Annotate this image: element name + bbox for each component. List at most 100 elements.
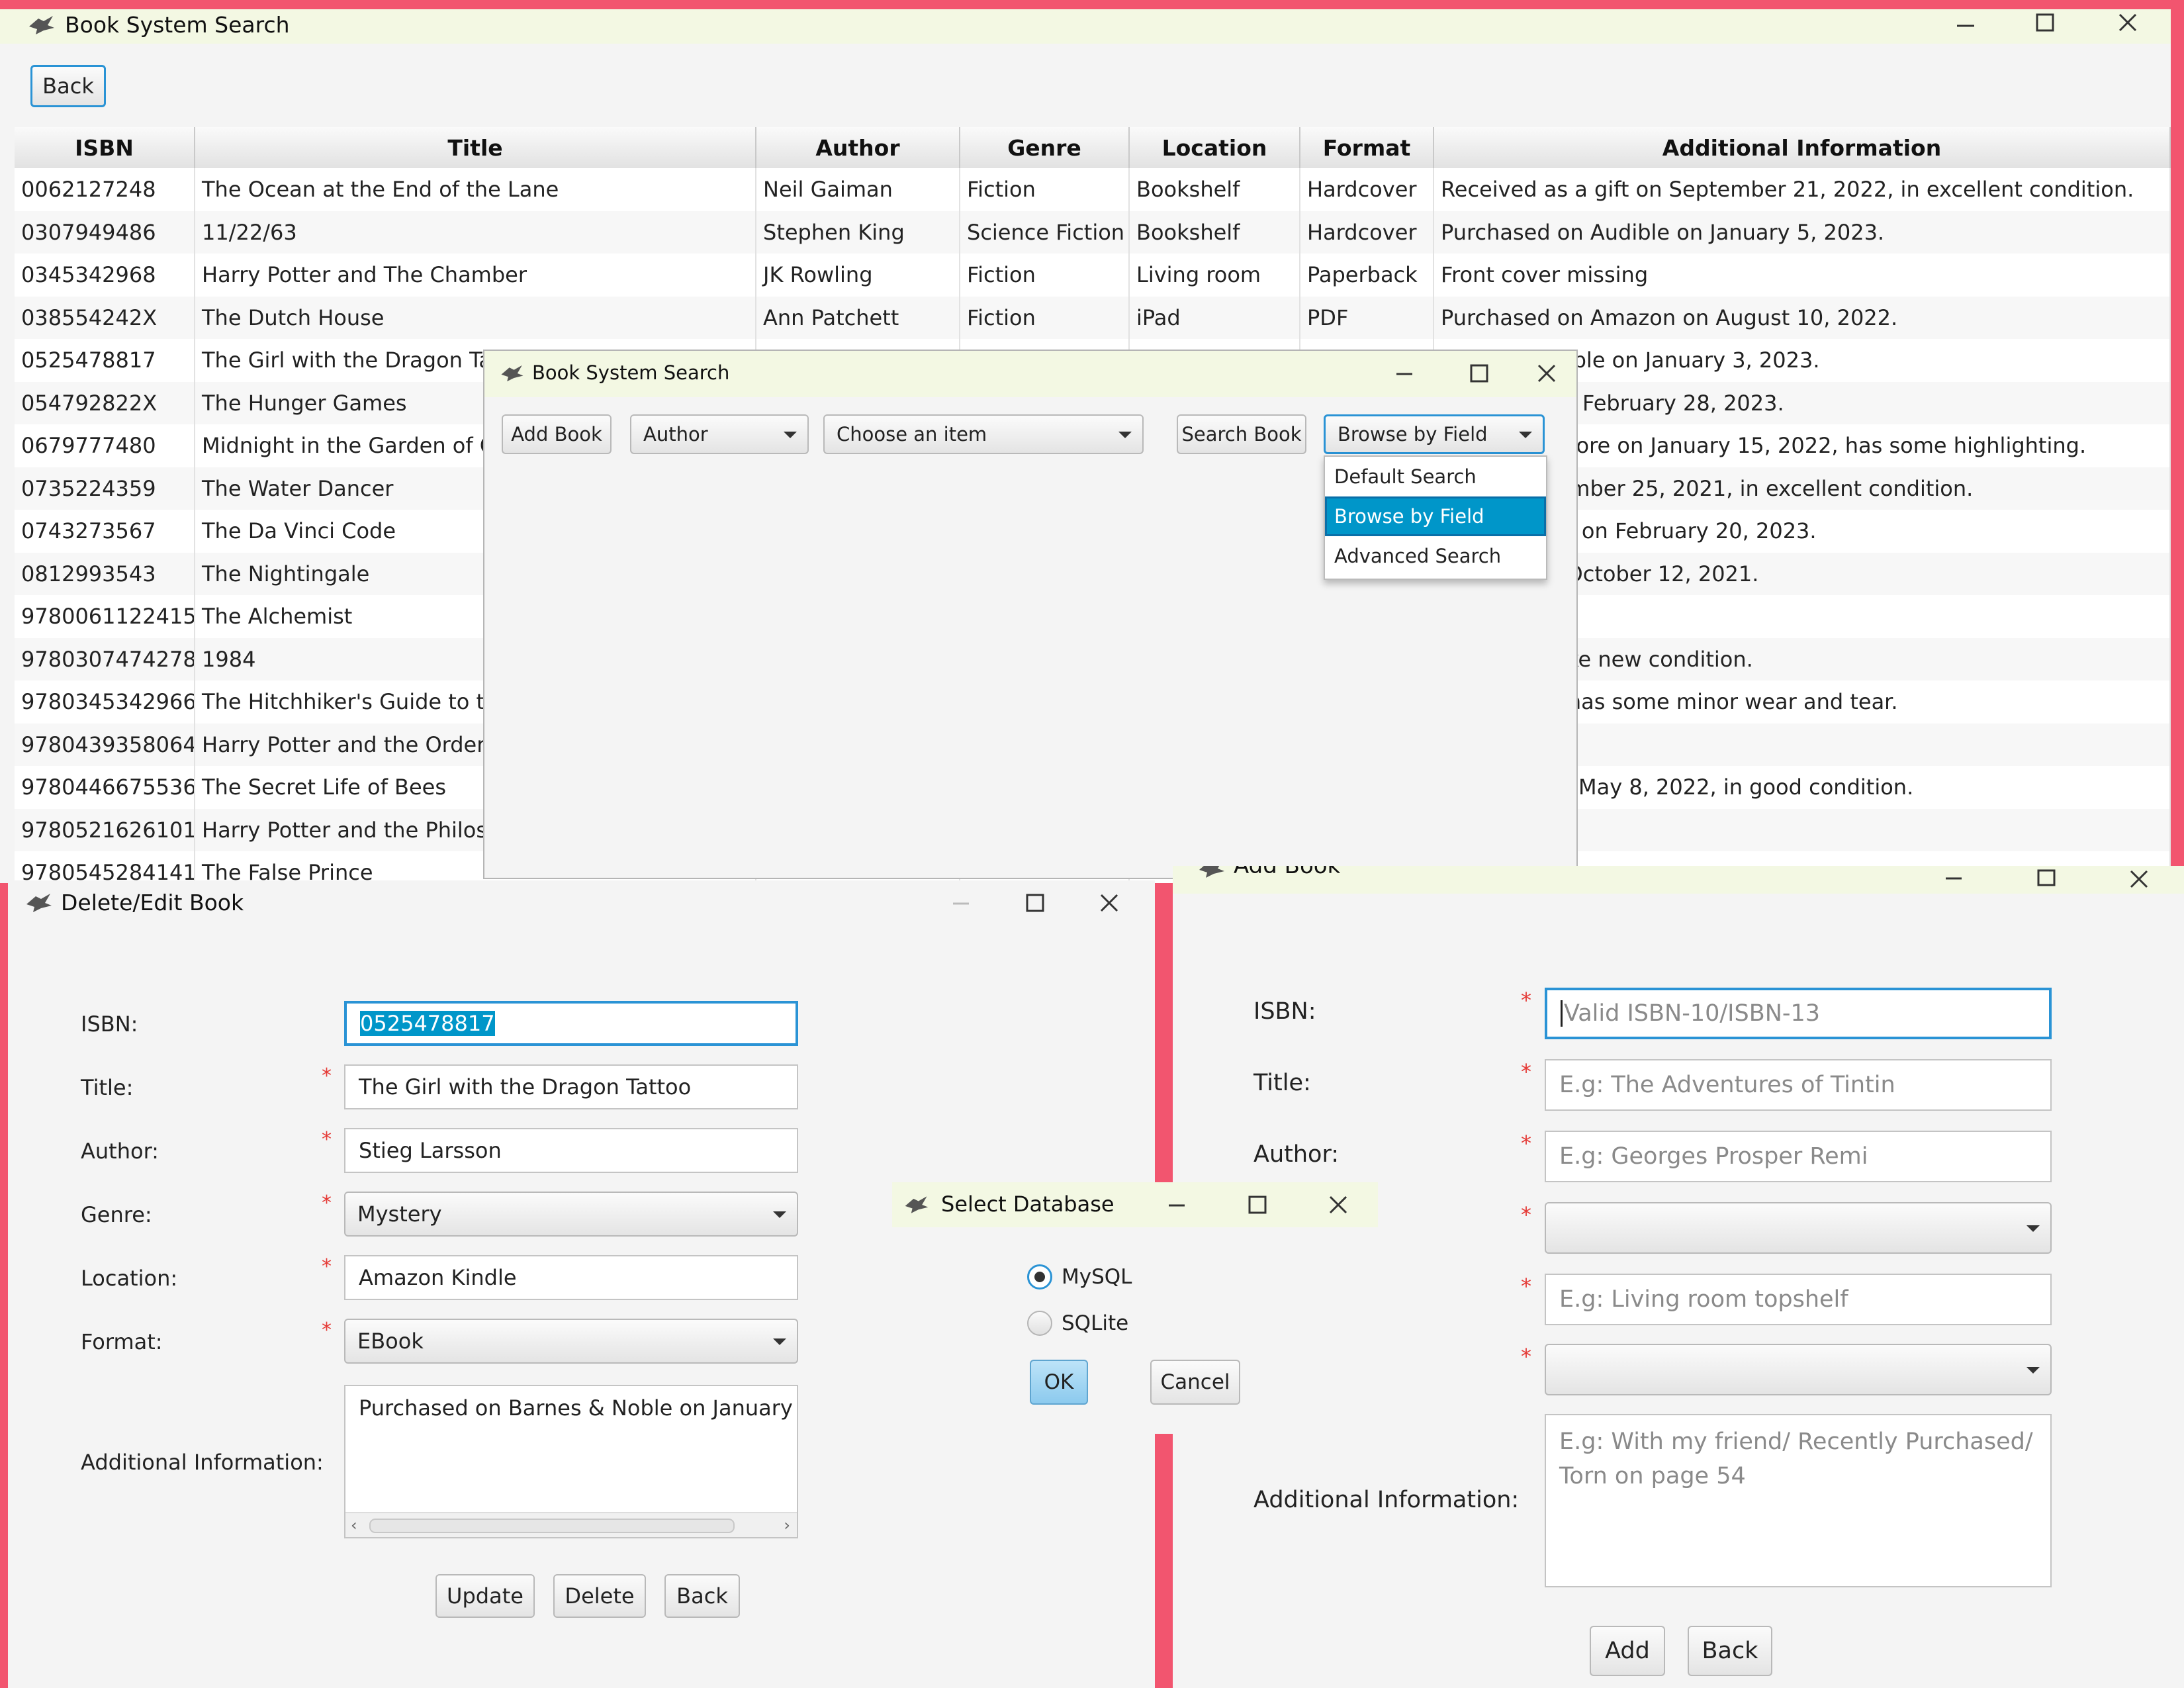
col-header-author[interactable]: Author — [756, 127, 960, 168]
genre-combo[interactable]: Mystery — [344, 1192, 798, 1237]
mode-combo[interactable]: Browse by Field — [1324, 414, 1545, 454]
main-back-button[interactable]: Back — [30, 65, 106, 107]
title-label: Title: — [81, 1075, 134, 1100]
maximize-icon[interactable] — [2025, 9, 2065, 36]
scroll-left-icon[interactable]: ‹ — [351, 1516, 357, 1534]
bird-icon — [26, 894, 52, 912]
add-back-button[interactable]: Back — [1688, 1626, 1772, 1676]
title-field[interactable]: The Girl with the Dragon Tattoo — [344, 1064, 798, 1109]
col-header-genre[interactable]: Genre — [960, 127, 1130, 168]
col-header-additional-information[interactable]: Additional Information — [1434, 127, 2171, 168]
mode-combo-value: Browse by Field — [1338, 423, 1488, 445]
update-button[interactable]: Update — [435, 1574, 535, 1618]
col-header-format[interactable]: Format — [1300, 127, 1434, 168]
add-author-field[interactable]: E.g: Georges Prosper Remi — [1545, 1131, 2052, 1182]
field-combo[interactable]: Author — [630, 414, 809, 454]
add-title-field[interactable]: E.g: The Adventures of Tintin — [1545, 1059, 2052, 1111]
cell-genre: Fiction — [960, 168, 1130, 211]
location-field[interactable]: Amazon Kindle — [344, 1255, 798, 1300]
item-combo[interactable]: Choose an item — [823, 414, 1144, 454]
table-row[interactable]: 0307949486 11/22/63 Stephen King Science Fi… — [15, 211, 2171, 254]
cell-author: Neil Gaiman — [756, 168, 960, 211]
radio-mysql[interactable]: MySQL — [1027, 1264, 1132, 1289]
title-required-mark: * — [322, 1064, 332, 1088]
add-author-placeholder: E.g: Georges Prosper Remi — [1559, 1143, 1868, 1170]
add-author-required-mark: * — [1521, 1131, 1531, 1156]
format-label: Format: — [81, 1329, 163, 1354]
cell-genre: Science Fiction — [960, 211, 1130, 254]
close-icon[interactable] — [1318, 1192, 1358, 1218]
add-isbn-placeholder: Valid ISBN-10/ISBN-13 — [1561, 1000, 1820, 1027]
close-icon[interactable] — [2108, 9, 2148, 36]
table-row[interactable]: 0345342968 Harry Potter and The Chamber JK… — [15, 254, 2171, 297]
main-titlebar: Book System Search — [0, 9, 2171, 44]
location-label: Location: — [81, 1266, 178, 1291]
mode-dropdown-menu: Default Search Browse by Field Advanced … — [1324, 455, 1547, 580]
chevron-down-icon — [1519, 432, 1532, 438]
close-icon[interactable] — [1530, 360, 1563, 387]
add-location-placeholder: E.g: Living room topshelf — [1559, 1286, 1848, 1313]
close-icon[interactable] — [2119, 866, 2159, 892]
maximize-icon[interactable] — [2026, 866, 2066, 892]
cell-author: Ann Patchett — [756, 296, 960, 339]
cell-format: Paperback — [1300, 254, 1434, 297]
scroll-thumb[interactable] — [369, 1519, 735, 1533]
table-row[interactable]: 0062127248 The Ocean at the End of the La… — [15, 168, 2171, 211]
maximize-icon[interactable] — [1015, 890, 1055, 916]
delete-button[interactable]: Delete — [553, 1574, 646, 1618]
menu-item-browse-by-field[interactable]: Browse by Field — [1325, 496, 1546, 536]
radio-sqlite-indicator[interactable] — [1027, 1311, 1052, 1336]
search-dialog-titlebar: Book System Search — [484, 351, 1576, 397]
horizontal-scrollbar[interactable]: ‹ › — [345, 1512, 797, 1537]
scroll-right-icon[interactable]: › — [784, 1516, 790, 1534]
close-icon[interactable] — [1089, 890, 1129, 916]
add-genre-required-mark: * — [1521, 1202, 1531, 1227]
add-isbn-field[interactable]: Valid ISBN-10/ISBN-13 — [1545, 988, 2052, 1039]
cancel-button[interactable]: Cancel — [1150, 1360, 1240, 1405]
location-required-mark: * — [322, 1255, 332, 1278]
add-info-placeholder: E.g: With my friend/ Recently Purchased/… — [1559, 1429, 2033, 1489]
add-format-combo[interactable] — [1545, 1344, 2052, 1395]
cell-isbn: 054792822X — [15, 381, 195, 424]
add-titlebar: Add Book — [1173, 866, 2184, 894]
minimize-icon[interactable] — [1934, 866, 1974, 892]
minimize-icon[interactable] — [1388, 360, 1421, 387]
add-book-button[interactable]: Add Book — [502, 414, 612, 454]
add-info-textarea[interactable]: E.g: With my friend/ Recently Purchased/… — [1545, 1414, 2052, 1587]
maximize-icon[interactable] — [1238, 1192, 1277, 1218]
minimize-icon[interactable] — [1157, 1192, 1197, 1218]
col-header-isbn[interactable]: ISBN — [15, 127, 195, 168]
search-book-button[interactable]: Search Book — [1177, 414, 1306, 454]
bird-icon — [1199, 866, 1224, 878]
menu-item-advanced-search[interactable]: Advanced Search — [1325, 536, 1546, 576]
radio-mysql-indicator[interactable] — [1027, 1264, 1052, 1289]
cell-isbn: 9780439358064 — [15, 723, 195, 766]
cell-isbn: 9780521626101 — [15, 808, 195, 851]
col-header-location[interactable]: Location — [1130, 127, 1300, 168]
cell-isbn: 0743273567 — [15, 510, 195, 553]
add-genre-combo[interactable] — [1545, 1202, 2052, 1254]
minimize-icon[interactable] — [1946, 9, 1985, 36]
chevron-down-icon — [1118, 432, 1132, 438]
col-header-title[interactable]: Title — [195, 127, 756, 168]
genre-label: Genre: — [81, 1202, 152, 1227]
radio-sqlite[interactable]: SQLite — [1027, 1311, 1128, 1336]
menu-item-default-search[interactable]: Default Search — [1325, 457, 1546, 496]
table-header: ISBN Title Author Genre Location Format … — [15, 127, 2171, 169]
maximize-icon[interactable] — [1463, 360, 1496, 387]
table-row[interactable]: 038554242X The Dutch House Ann Patchett Fic… — [15, 296, 2171, 339]
add-button[interactable]: Add — [1590, 1626, 1665, 1676]
author-field[interactable]: Stieg Larsson — [344, 1128, 798, 1173]
genre-required-mark: * — [322, 1192, 332, 1215]
minimize-icon[interactable] — [941, 890, 981, 916]
format-combo[interactable]: EBook — [344, 1319, 798, 1364]
cell-isbn: 0679777480 — [15, 424, 195, 467]
radio-mysql-label: MySQL — [1062, 1265, 1132, 1289]
cell-location: Bookshelf — [1130, 168, 1300, 211]
format-required-mark: * — [322, 1319, 332, 1342]
isbn-field[interactable]: 0525478817 — [344, 1001, 798, 1046]
info-textarea[interactable]: Purchased on Barnes & Noble on January 3… — [344, 1385, 798, 1538]
ok-button[interactable]: OK — [1030, 1360, 1088, 1405]
add-location-field[interactable]: E.g: Living room topshelf — [1545, 1274, 2052, 1325]
edit-back-button[interactable]: Back — [664, 1574, 740, 1618]
